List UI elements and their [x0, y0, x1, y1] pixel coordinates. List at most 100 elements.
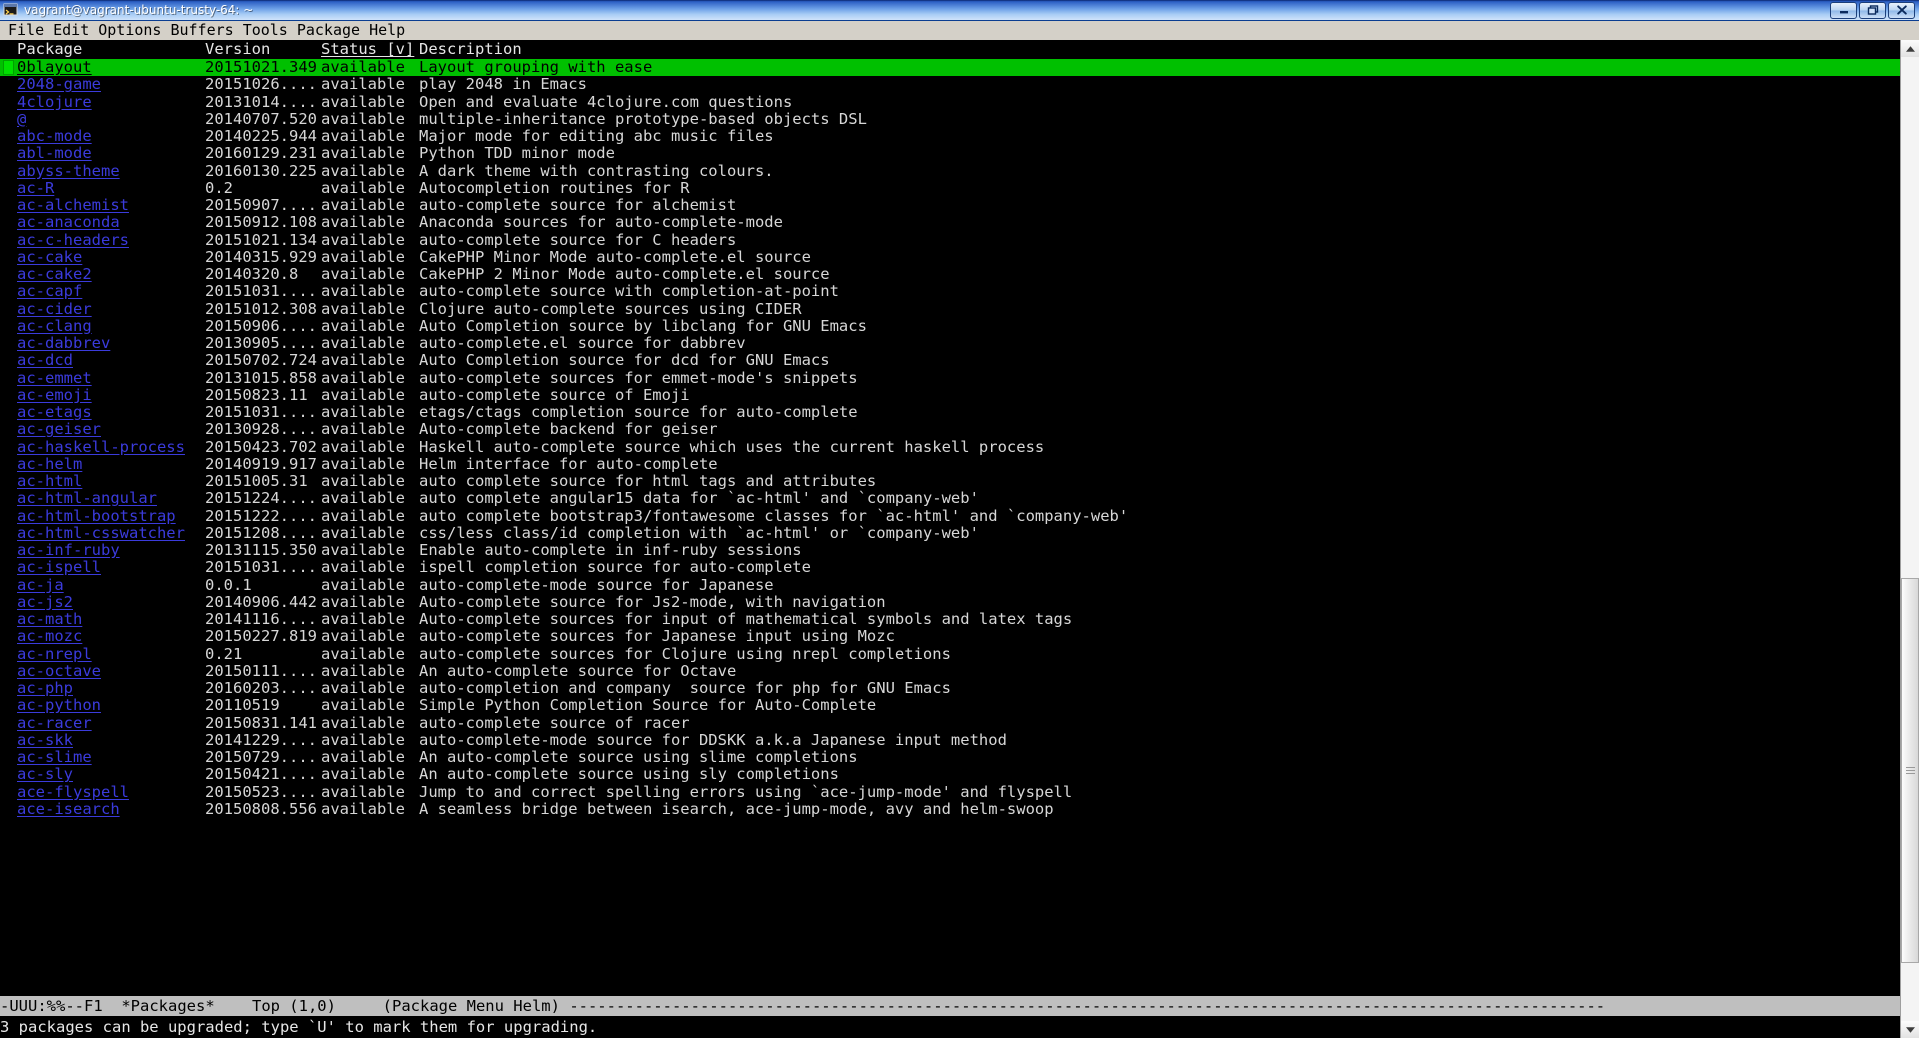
table-row[interactable]: ace-flyspell 20150523.... available Jump to… [0, 784, 1900, 801]
table-row[interactable]: ac-slime 20150729.... available An auto-com… [0, 749, 1900, 766]
package-link[interactable]: ac-racer [17, 715, 205, 732]
package-link[interactable]: ac-nrepl [17, 646, 205, 663]
table-row[interactable]: ac-cake2 20140320.8 available CakePHP 2 Min… [0, 266, 1900, 283]
package-link[interactable]: @ [17, 111, 205, 128]
table-row[interactable]: ac-nrepl 0.21 available auto-complete sourc… [0, 646, 1900, 663]
package-link[interactable]: ac-alchemist [17, 197, 205, 214]
table-row[interactable]: ac-dcd 20150702.724 available Auto Completi… [0, 352, 1900, 369]
table-row[interactable]: ac-ja 0.0.1 available auto-complete-mode so… [0, 577, 1900, 594]
package-link[interactable]: ac-anaconda [17, 214, 205, 231]
package-link[interactable]: ac-emmet [17, 370, 205, 387]
table-row[interactable]: abl-mode 20160129.231 available Python TDD … [0, 145, 1900, 162]
table-row[interactable]: ac-sly 20150421.... available An auto-compl… [0, 766, 1900, 783]
package-link[interactable]: ac-cider [17, 301, 205, 318]
table-row[interactable]: ac-octave 20150111.... available An auto-co… [0, 663, 1900, 680]
table-row[interactable]: ac-skk 20141229.... available auto-complete… [0, 732, 1900, 749]
table-row[interactable]: ac-html-csswatcher 20151208.... available c… [0, 525, 1900, 542]
menu-item-package[interactable]: Package [293, 21, 365, 40]
package-link[interactable]: ac-helm [17, 456, 205, 473]
table-row[interactable]: 2048-game 20151026.... available play 2048 … [0, 76, 1900, 93]
package-link[interactable]: ac-octave [17, 663, 205, 680]
column-header-version[interactable]: Version [205, 40, 321, 58]
package-link[interactable]: ac-cake [17, 249, 205, 266]
table-row[interactable]: ace-isearch 20150808.556 available A seamle… [0, 801, 1900, 818]
package-link[interactable]: ac-capf [17, 283, 205, 300]
column-header-status[interactable]: Status [v] [321, 40, 419, 58]
table-row[interactable]: ac-capf 20151031.... available auto-complet… [0, 283, 1900, 300]
package-link[interactable]: ac-js2 [17, 594, 205, 611]
package-table-body[interactable]: 0blayout 20151021.349 available Layout grou… [0, 59, 1900, 996]
table-row[interactable]: ac-cake 20140315.929 available CakePHP Mino… [0, 249, 1900, 266]
scroll-down-arrow-icon[interactable] [1901, 1021, 1919, 1038]
table-row[interactable]: @20140707.520 available multiple-inheritan… [0, 111, 1900, 128]
table-row[interactable]: ac-math 20141116.... available Auto-complet… [0, 611, 1900, 628]
table-row[interactable]: ac-emoji 20150823.11 available auto-complet… [0, 387, 1900, 404]
table-row[interactable]: ac-racer 20150831.141 available auto-comple… [0, 715, 1900, 732]
table-row[interactable]: ac-dabbrev 20130905.... available auto-comp… [0, 335, 1900, 352]
package-link[interactable]: abl-mode [17, 145, 205, 162]
package-link[interactable]: ac-dcd [17, 352, 205, 369]
package-link[interactable]: ac-php [17, 680, 205, 697]
table-row[interactable]: ac-anaconda 20150912.108 available Anaconda… [0, 214, 1900, 231]
package-link[interactable]: ac-emoji [17, 387, 205, 404]
package-link[interactable]: ac-ispell [17, 559, 205, 576]
package-link[interactable]: ac-ja [17, 577, 205, 594]
table-row[interactable]: ac-html 20151005.31 available auto complete… [0, 473, 1900, 490]
menu-item-file[interactable]: File [4, 21, 49, 40]
scrollbar-thumb[interactable] [1901, 577, 1919, 964]
package-link[interactable]: ac-c-headers [17, 232, 205, 249]
table-row[interactable]: ac-ispell 20151031.... available ispell com… [0, 559, 1900, 576]
table-row[interactable]: ac-html-bootstrap 20151222.... available au… [0, 508, 1900, 525]
package-link[interactable]: ace-isearch [17, 801, 205, 818]
package-link[interactable]: ac-geiser [17, 421, 205, 438]
package-link[interactable]: ac-html-csswatcher [17, 525, 205, 542]
scroll-up-arrow-icon[interactable] [1901, 40, 1919, 57]
package-link[interactable]: 0blayout [17, 59, 205, 76]
menu-item-edit[interactable]: Edit [49, 21, 94, 40]
minimize-button[interactable] [1830, 1, 1857, 19]
package-link[interactable]: ac-skk [17, 732, 205, 749]
package-link[interactable]: ace-flyspell [17, 784, 205, 801]
menu-item-tools[interactable]: Tools [239, 21, 293, 40]
table-row[interactable]: 4clojure 20131014.... available Open and ev… [0, 94, 1900, 111]
vertical-scrollbar[interactable] [1900, 40, 1919, 1038]
package-link[interactable]: ac-clang [17, 318, 205, 335]
table-row[interactable]: ac-etags 20151031.... available etags/ctags… [0, 404, 1900, 421]
table-row[interactable]: 0blayout 20151021.349 available Layout grou… [0, 59, 1900, 77]
package-link[interactable]: ac-haskell-process [17, 439, 205, 456]
table-row[interactable]: ac-alchemist 20150907.... available auto-co… [0, 197, 1900, 214]
table-row[interactable]: abc-mode 20140225.944 available Major mode … [0, 128, 1900, 145]
package-link[interactable]: ac-math [17, 611, 205, 628]
table-row[interactable]: ac-emmet 20131015.858 available auto-comple… [0, 370, 1900, 387]
package-link[interactable]: ac-etags [17, 404, 205, 421]
table-row[interactable]: ac-html-angular 20151224.... available auto… [0, 490, 1900, 507]
restore-button[interactable] [1859, 1, 1886, 19]
package-link[interactable]: ac-html-angular [17, 490, 205, 507]
package-link[interactable]: ac-mozc [17, 628, 205, 645]
menu-item-help[interactable]: Help [365, 21, 410, 40]
table-row[interactable]: ac-mozc 20150227.819 available auto-complet… [0, 628, 1900, 645]
table-row[interactable]: ac-js2 20140906.442 available Auto-complete… [0, 594, 1900, 611]
table-row[interactable]: ac-php 20160203.... available auto-completi… [0, 680, 1900, 697]
column-header-description[interactable]: Description [419, 40, 1900, 58]
column-header-package[interactable]: Package [17, 40, 205, 58]
package-link[interactable]: ac-cake2 [17, 266, 205, 283]
table-row[interactable]: ac-clang 20150906.... available Auto Comple… [0, 318, 1900, 335]
menu-item-options[interactable]: Options [94, 21, 166, 40]
table-row[interactable]: abyss-theme 20160130.225 available A dark t… [0, 163, 1900, 180]
table-row[interactable]: ac-haskell-process 20150423.702 available H… [0, 439, 1900, 456]
table-row[interactable]: ac-R 0.2 available Autocompletion routines … [0, 180, 1900, 197]
package-link[interactable]: ac-dabbrev [17, 335, 205, 352]
close-button[interactable] [1888, 1, 1915, 19]
table-row[interactable]: ac-inf-ruby 20131115.350 available Enable a… [0, 542, 1900, 559]
package-link[interactable]: ac-html [17, 473, 205, 490]
package-link[interactable]: ac-inf-ruby [17, 542, 205, 559]
table-row[interactable]: ac-geiser 20130928.... available Auto-compl… [0, 421, 1900, 438]
menu-item-buffers[interactable]: Buffers [166, 21, 238, 40]
table-row[interactable]: ac-cider 20151012.308 available Clojure aut… [0, 301, 1900, 318]
table-row[interactable]: ac-c-headers 20151021.134 available auto-co… [0, 232, 1900, 249]
package-link[interactable]: ac-sly [17, 766, 205, 783]
package-link[interactable]: ac-slime [17, 749, 205, 766]
scrollbar-track[interactable] [1901, 57, 1919, 1021]
package-link[interactable]: abyss-theme [17, 163, 205, 180]
